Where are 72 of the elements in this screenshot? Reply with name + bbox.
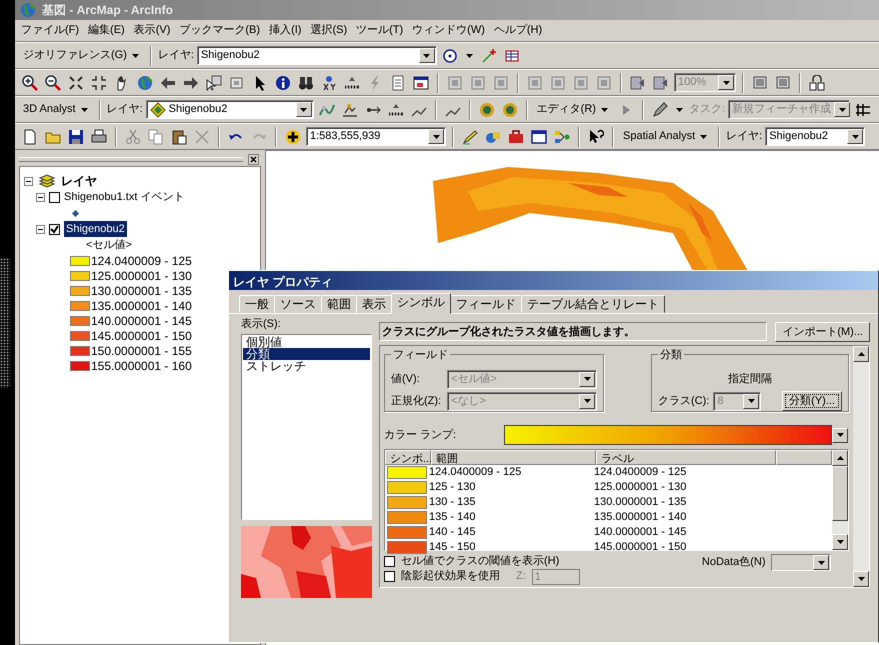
table-cell-text: 135.0000001 - 140 [594, 510, 686, 526]
column-header[interactable]: シンボ... [385, 450, 431, 465]
field-label: クラス(C): [658, 394, 710, 409]
legend-label: 155.0000001 - 160 [91, 358, 192, 374]
table-cell-text: 145 - 150 [429, 540, 476, 555]
field-label: レイヤ: [106, 102, 143, 118]
menu-item[interactable]: 選択(S) [310, 22, 348, 39]
combo-box[interactable]: Shigenobu2 [765, 127, 866, 146]
list-item[interactable]: 個別値 [243, 336, 370, 348]
menu-item[interactable]: ツール(T) [356, 22, 404, 39]
field-label: レイヤ: [726, 129, 762, 144]
field-label: 表示(S): [241, 317, 282, 332]
combo-box[interactable]: Shigenobu2 [146, 100, 314, 119]
menu-button[interactable]: エディタ(R) [534, 101, 613, 118]
legend-label: 145.0000001 - 150 [91, 328, 192, 344]
legend-label: 124.0400009 - 125 [91, 252, 192, 270]
import-button[interactable]: インポート(M)... [775, 322, 870, 342]
menu-item[interactable]: 編集(E) [88, 22, 125, 39]
field-label: タスク: [688, 102, 725, 118]
table-cell-text: 140 - 145 [429, 525, 476, 540]
legend-label: 125.0000001 - 130 [91, 268, 192, 284]
tab[interactable]: テーブル結合とリレート [521, 295, 665, 313]
field-label: カラー ランプ: [384, 428, 456, 443]
menu-button[interactable]: ジオリファレンス(G) [20, 47, 144, 64]
field-label: Z: [516, 569, 526, 584]
legend-label: 150.0000001 - 155 [91, 342, 192, 360]
tab[interactable]: 表示 [356, 295, 392, 313]
table-cell-text: 124.0400009 - 125 [429, 465, 522, 480]
legend-label: 135.0000001 - 140 [91, 298, 192, 314]
field-label: 値(V): [391, 372, 421, 387]
dialog-title: レイヤ プロパティ [229, 271, 878, 290]
menu-button[interactable]: 3D Analyst [20, 101, 93, 118]
menu-item[interactable]: 表示(V) [134, 22, 170, 39]
menu-item[interactable]: ウィンドウ(W) [412, 22, 485, 39]
field-label: レイヤ: [158, 48, 194, 64]
legend-heading: <セル値> [86, 238, 132, 253]
table-cell-text: 130 - 135 [429, 495, 476, 510]
tab[interactable]: ソース [274, 295, 322, 313]
combo-box[interactable]: 1:583,555,939 [306, 127, 446, 146]
layer-name[interactable]: Shigenobu1.txt イベント [64, 188, 184, 206]
menu-button[interactable]: Spatial Analyst [620, 128, 712, 145]
combo-box[interactable]: Shigenobu2 [196, 46, 437, 65]
window-title: 基図 - ArcMap - ArcInfo [42, 2, 173, 19]
menu-item[interactable]: ファイル(F) [21, 22, 80, 39]
column-header[interactable]: ラベル [596, 450, 776, 465]
legend-label: 130.0000001 - 135 [91, 282, 192, 300]
table-cell-text: 135 - 140 [429, 510, 476, 526]
field-label: 正規化(Z): [391, 394, 442, 409]
table-cell-text: 140.0000001 - 145 [594, 525, 686, 540]
description-text: クラスにグループ化されたラスタ値を描画します。 [379, 322, 768, 341]
tree-item[interactable]: レイヤ [61, 172, 97, 190]
tab[interactable]: シンボル [391, 293, 451, 314]
menu-item[interactable]: 挿入(I) [269, 22, 302, 39]
field-label: NoData色(N) [702, 555, 766, 570]
table-cell-text: 145.0000001 - 150 [594, 540, 686, 556]
checkbox-label: セル値でクラスの閾値を表示(H) [401, 554, 560, 570]
column-header[interactable]: 範囲 [431, 450, 596, 465]
list-item[interactable]: ストレッチ [243, 360, 370, 372]
table-cell-text: 130.0000001 - 135 [594, 495, 686, 510]
list-item[interactable]: 分類 [243, 348, 370, 360]
tab[interactable]: 一般 [239, 295, 275, 313]
method-text: 指定間隔 [728, 372, 772, 387]
tab[interactable]: 範囲 [321, 295, 357, 313]
table-cell-text: 125 - 130 [429, 480, 476, 496]
layer-name[interactable]: Shigenobu2 [64, 220, 127, 238]
menu-item[interactable]: ブックマーク(B) [179, 22, 260, 39]
table-cell-text: 125.0000001 - 130 [594, 480, 686, 496]
classify-button[interactable]: 分類(Y)... [782, 391, 842, 411]
table-cell-text: 124.0400009 - 125 [594, 465, 686, 480]
menu-item[interactable]: ヘルプ(H) [494, 22, 542, 39]
legend-label: 140.0000001 - 145 [91, 312, 192, 330]
checkbox-label: 陰影起伏効果を使用 [401, 569, 500, 584]
